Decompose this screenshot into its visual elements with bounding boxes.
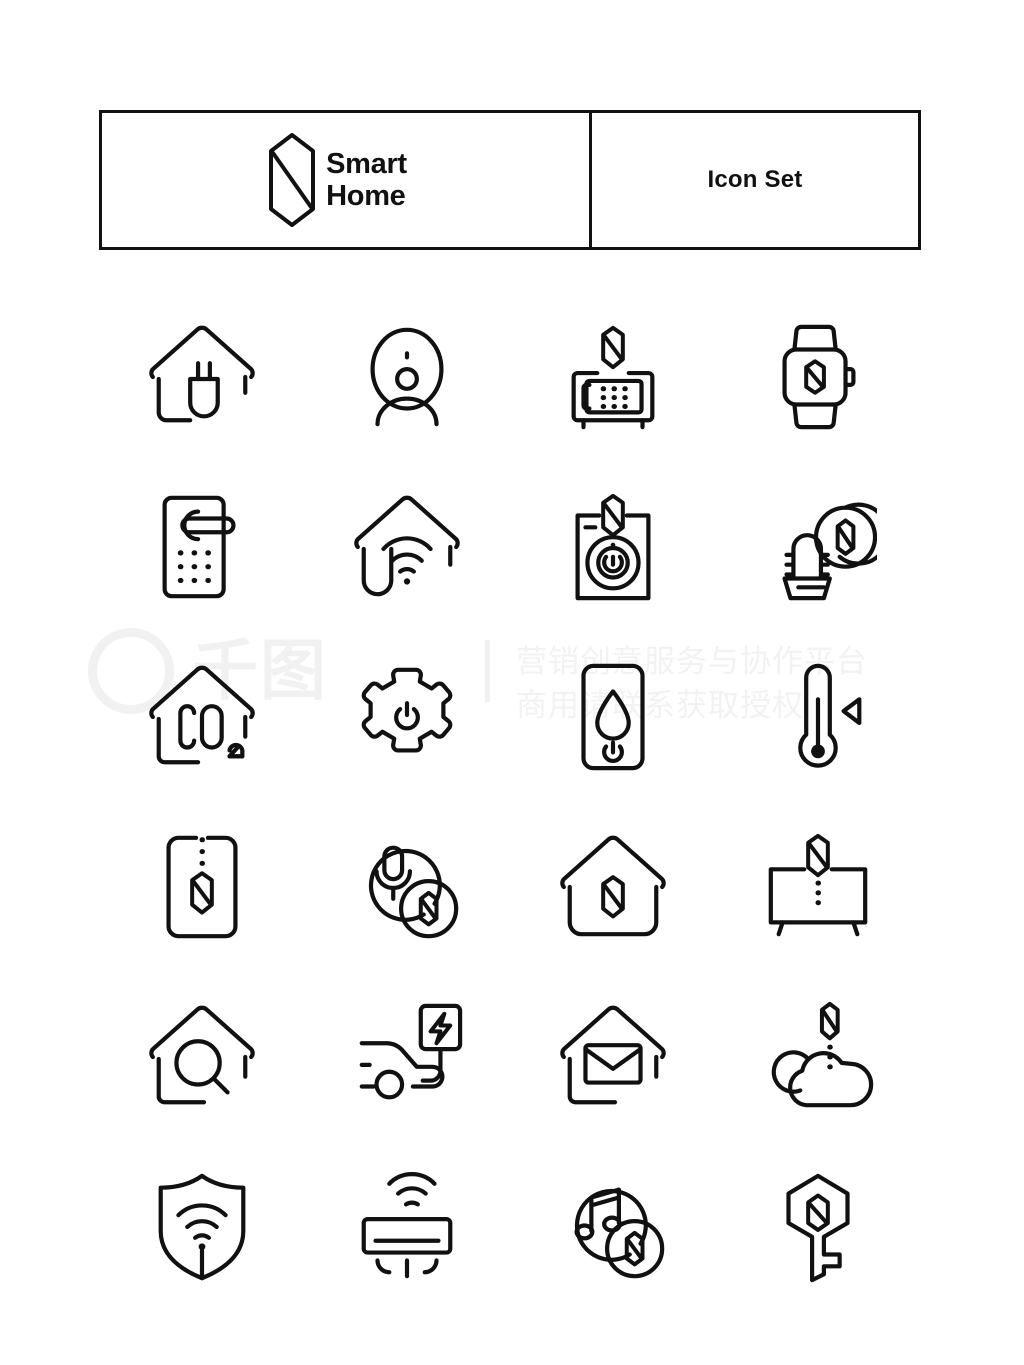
icon-cell-smart-watch[interactable] bbox=[716, 292, 922, 462]
voice-assistant-icon bbox=[348, 828, 466, 946]
icon-cell-smart-plant-sensor[interactable] bbox=[716, 462, 922, 632]
icon-cell-smart-phone-control[interactable] bbox=[99, 802, 305, 972]
smart-tv-icon bbox=[759, 828, 877, 946]
icon-cell-gear-power-settings[interactable] bbox=[305, 632, 511, 802]
smart-power-switch-icon bbox=[554, 488, 672, 606]
icon-grid bbox=[99, 292, 921, 1312]
house-wifi-icon bbox=[348, 488, 466, 606]
shield-wifi-security-icon bbox=[143, 1168, 261, 1286]
icon-cell-house-power-plug[interactable] bbox=[99, 292, 305, 462]
icon-cell-shield-wifi-security[interactable] bbox=[99, 1142, 305, 1312]
icon-cell-smart-tv[interactable] bbox=[716, 802, 922, 972]
smart-house-hub-icon bbox=[554, 828, 672, 946]
smart-music-icon bbox=[554, 1168, 672, 1286]
brand-name: Smart Home bbox=[326, 148, 407, 212]
smart-home-hexagon-logo-icon bbox=[269, 133, 316, 227]
header-bar: Smart Home Icon Set bbox=[99, 110, 921, 250]
smart-key-icon bbox=[759, 1168, 877, 1286]
thermometer-icon bbox=[759, 658, 877, 776]
icon-cell-house-co2-sensor[interactable] bbox=[99, 632, 305, 802]
icon-cell-humidity-control-panel[interactable] bbox=[510, 632, 716, 802]
house-mail-icon bbox=[554, 998, 672, 1116]
smart-air-conditioner-icon bbox=[348, 1168, 466, 1286]
icon-cell-smart-key[interactable] bbox=[716, 1142, 922, 1312]
icon-cell-voice-assistant[interactable] bbox=[305, 802, 511, 972]
brand-cell: Smart Home bbox=[102, 113, 592, 247]
header-title: Icon Set bbox=[707, 166, 803, 193]
gear-power-settings-icon bbox=[348, 658, 466, 776]
house-search-icon bbox=[143, 998, 261, 1116]
smart-speaker-icon bbox=[348, 318, 466, 436]
house-power-plug-icon bbox=[143, 318, 261, 436]
smart-door-lock-icon bbox=[143, 488, 261, 606]
icon-cell-smart-power-switch[interactable] bbox=[510, 462, 716, 632]
icon-cell-smart-house-hub[interactable] bbox=[510, 802, 716, 972]
brand-line-1: Smart bbox=[326, 148, 407, 180]
humidity-control-panel-icon bbox=[554, 658, 672, 776]
ev-charging-car-icon bbox=[348, 998, 466, 1116]
icon-cell-thermometer[interactable] bbox=[716, 632, 922, 802]
icon-cell-house-wifi[interactable] bbox=[305, 462, 511, 632]
smart-plant-sensor-icon bbox=[759, 488, 877, 606]
icon-cell-smart-safe[interactable] bbox=[510, 292, 716, 462]
smart-safe-keypad-icon bbox=[554, 318, 672, 436]
icon-cell-smart-speaker[interactable] bbox=[305, 292, 511, 462]
brand-line-2: Home bbox=[326, 180, 406, 212]
smart-phone-control-icon bbox=[143, 828, 261, 946]
house-co2-sensor-icon bbox=[143, 658, 261, 776]
icon-cell-smart-music[interactable] bbox=[510, 1142, 716, 1312]
icon-cell-smart-door-lock[interactable] bbox=[99, 462, 305, 632]
icon-cell-house-search[interactable] bbox=[99, 972, 305, 1142]
cloud-connect-icon bbox=[759, 998, 877, 1116]
smart-watch-icon bbox=[759, 318, 877, 436]
icon-cell-ev-charging-car[interactable] bbox=[305, 972, 511, 1142]
icon-cell-cloud-connect[interactable] bbox=[716, 972, 922, 1142]
icon-cell-house-mail[interactable] bbox=[510, 972, 716, 1142]
icon-cell-smart-air-conditioner[interactable] bbox=[305, 1142, 511, 1312]
